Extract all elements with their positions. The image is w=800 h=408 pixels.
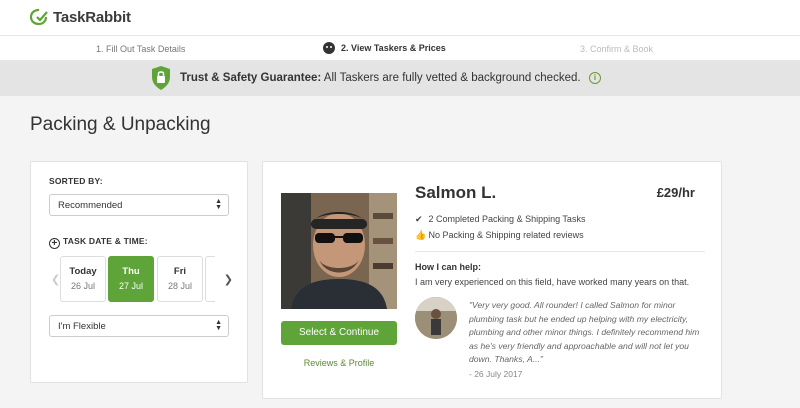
logo[interactable]: TaskRabbit bbox=[29, 8, 131, 26]
time-select-value: I'm Flexible bbox=[58, 321, 106, 332]
trust-banner: Trust & Safety Guarantee: All Taskers ar… bbox=[0, 61, 800, 96]
completed-tasks: ✔ 2 Completed Packing & Shipping Tasks bbox=[415, 214, 585, 225]
sort-select[interactable]: Recommended ▲ ▼ bbox=[49, 194, 229, 216]
filters-panel: SORTED BY: Recommended ▲ ▼ + TASK DATE & T… bbox=[30, 161, 248, 383]
date-option-today[interactable]: Today 26 Jul bbox=[60, 256, 106, 302]
top-header: TaskRabbit bbox=[0, 0, 800, 35]
next-date-arrow-icon[interactable]: ❯ bbox=[224, 273, 233, 286]
date-day: Today bbox=[69, 266, 97, 277]
date-option-partial[interactable] bbox=[205, 256, 215, 302]
tasker-price: £29/hr bbox=[656, 185, 695, 200]
divider bbox=[415, 251, 705, 252]
thumbs-up-icon: 👍 bbox=[415, 230, 427, 240]
check-icon: ✔ bbox=[415, 214, 423, 224]
reviews-note: 👍 No Packing & Shipping related reviews bbox=[415, 230, 584, 241]
tasker-photo[interactable] bbox=[281, 193, 397, 309]
date-picker: ❮ Today 26 Jul Thu 27 Jul Fri 28 Jul ❯ bbox=[49, 256, 233, 304]
select-arrows-icon: ▲ ▼ bbox=[215, 198, 222, 211]
date-day: Fri bbox=[173, 266, 187, 277]
page-title: Packing & Unpacking bbox=[30, 114, 211, 135]
task-date-label-text: TASK DATE & TIME: bbox=[63, 236, 148, 246]
logo-text: TaskRabbit bbox=[53, 8, 131, 26]
sort-select-value: Recommended bbox=[58, 200, 123, 211]
completed-tasks-text: 2 Completed Packing & Shipping Tasks bbox=[428, 214, 586, 224]
step-view-taskers-label: 2. View Taskers & Prices bbox=[341, 43, 446, 53]
reviews-profile-link[interactable]: Reviews & Profile bbox=[281, 358, 397, 368]
help-text: I am very experienced on this field, hav… bbox=[415, 277, 690, 287]
tasker-photo-image bbox=[281, 193, 397, 309]
step-fill-out-details[interactable]: 1. Fill Out Task Details bbox=[96, 44, 185, 54]
select-arrows-icon: ▲ ▼ bbox=[215, 319, 222, 332]
date-option-fri[interactable]: Fri 28 Jul bbox=[157, 256, 203, 302]
reviews-note-text: No Packing & Shipping related reviews bbox=[428, 230, 584, 240]
review-date: - 26 July 2017 bbox=[469, 369, 523, 379]
review-text: "Very very good. All rounder! I called S… bbox=[469, 300, 700, 364]
progress-steps: 1. Fill Out Task Details 2. View Taskers… bbox=[0, 35, 800, 61]
sorted-by-label: SORTED BY: bbox=[49, 176, 103, 186]
rabbit-logo-icon bbox=[29, 8, 48, 26]
prev-date-arrow-icon[interactable]: ❮ bbox=[51, 273, 60, 286]
date-number: 26 Jul bbox=[70, 281, 96, 291]
step-confirm-book: 3. Confirm & Book bbox=[580, 44, 654, 54]
reviewer-avatar bbox=[415, 297, 457, 339]
current-step-icon bbox=[323, 42, 335, 54]
date-day: Thu bbox=[122, 266, 140, 277]
shield-lock-icon bbox=[152, 66, 170, 90]
add-icon: + bbox=[49, 238, 60, 249]
date-number: 27 Jul bbox=[118, 281, 144, 291]
reviewer-avatar-image bbox=[415, 297, 457, 339]
trust-title: Trust & Safety Guarantee: bbox=[180, 72, 322, 84]
tasker-card: Select & Continue Reviews & Profile Salm… bbox=[262, 161, 722, 399]
date-number: 28 Jul bbox=[167, 281, 193, 291]
time-select[interactable]: I'm Flexible ▲ ▼ bbox=[49, 315, 229, 337]
info-icon[interactable]: i bbox=[589, 72, 601, 84]
trust-body: All Taskers are fully vetted & backgroun… bbox=[321, 72, 581, 84]
date-option-thu[interactable]: Thu 27 Jul bbox=[108, 256, 154, 302]
trust-text: Trust & Safety Guarantee: All Taskers ar… bbox=[180, 72, 581, 84]
help-title: How I can help: bbox=[415, 262, 482, 272]
step-view-taskers: 2. View Taskers & Prices bbox=[323, 42, 446, 54]
task-date-label: + TASK DATE & TIME: bbox=[49, 236, 148, 249]
select-continue-button[interactable]: Select & Continue bbox=[281, 321, 397, 345]
tasker-name: Salmon L. bbox=[415, 183, 497, 202]
